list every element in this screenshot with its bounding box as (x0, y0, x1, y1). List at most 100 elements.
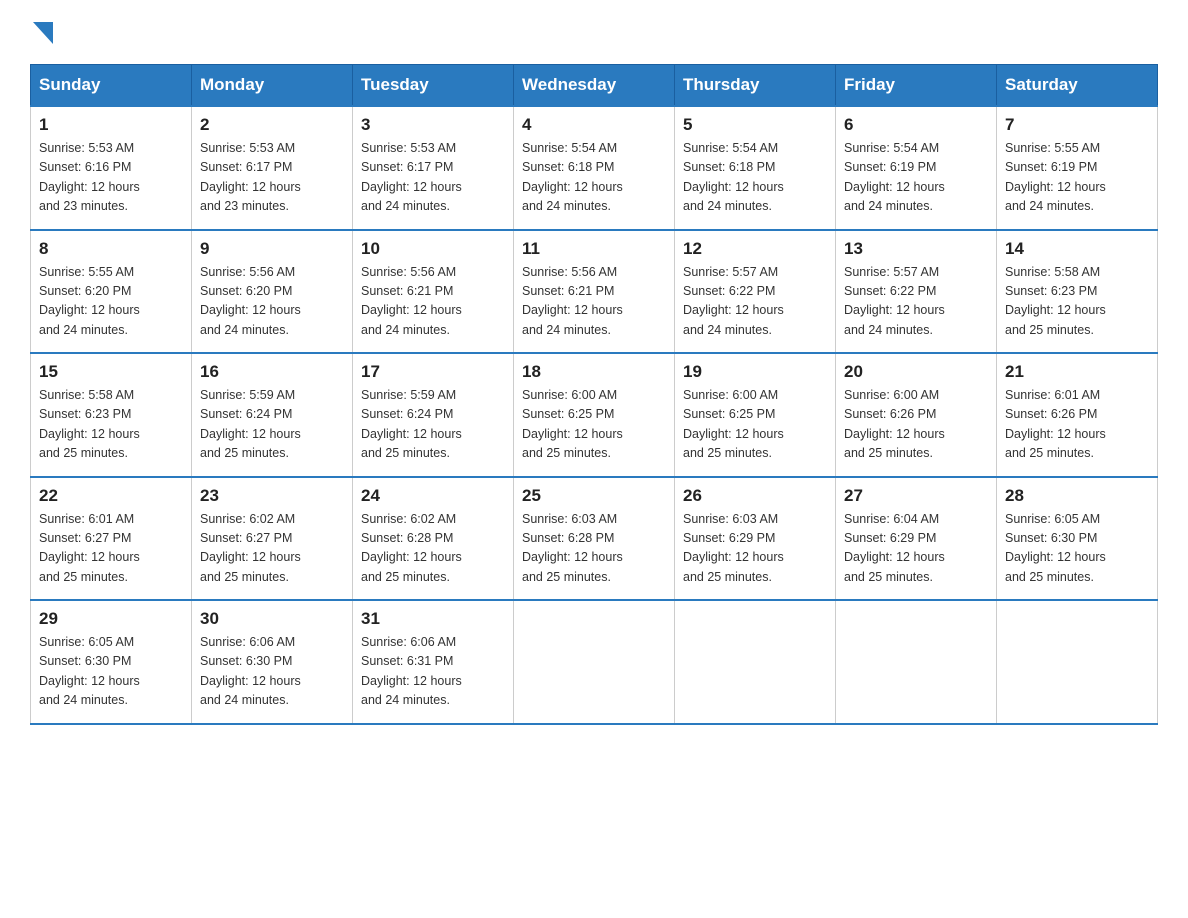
calendar-cell: 1 Sunrise: 5:53 AMSunset: 6:16 PMDaylight… (31, 106, 192, 230)
day-info: Sunrise: 6:02 AMSunset: 6:28 PMDaylight:… (361, 510, 505, 588)
day-number: 21 (1005, 362, 1149, 382)
calendar-header-friday: Friday (836, 65, 997, 107)
day-info: Sunrise: 6:03 AMSunset: 6:28 PMDaylight:… (522, 510, 666, 588)
day-number: 31 (361, 609, 505, 629)
calendar-week-row: 22 Sunrise: 6:01 AMSunset: 6:27 PMDayligh… (31, 477, 1158, 601)
calendar-cell: 17 Sunrise: 5:59 AMSunset: 6:24 PMDayligh… (353, 353, 514, 477)
day-number: 16 (200, 362, 344, 382)
calendar-cell: 19 Sunrise: 6:00 AMSunset: 6:25 PMDayligh… (675, 353, 836, 477)
day-number: 14 (1005, 239, 1149, 259)
day-number: 3 (361, 115, 505, 135)
calendar-cell: 14 Sunrise: 5:58 AMSunset: 6:23 PMDayligh… (997, 230, 1158, 354)
day-number: 1 (39, 115, 183, 135)
calendar-cell: 20 Sunrise: 6:00 AMSunset: 6:26 PMDayligh… (836, 353, 997, 477)
day-info: Sunrise: 5:54 AMSunset: 6:19 PMDaylight:… (844, 139, 988, 217)
calendar-header-wednesday: Wednesday (514, 65, 675, 107)
calendar-cell: 29 Sunrise: 6:05 AMSunset: 6:30 PMDayligh… (31, 600, 192, 724)
day-number: 18 (522, 362, 666, 382)
calendar-cell: 5 Sunrise: 5:54 AMSunset: 6:18 PMDaylight… (675, 106, 836, 230)
day-number: 4 (522, 115, 666, 135)
day-info: Sunrise: 6:05 AMSunset: 6:30 PMDaylight:… (1005, 510, 1149, 588)
day-number: 10 (361, 239, 505, 259)
day-info: Sunrise: 5:58 AMSunset: 6:23 PMDaylight:… (1005, 263, 1149, 341)
calendar-cell: 24 Sunrise: 6:02 AMSunset: 6:28 PMDayligh… (353, 477, 514, 601)
day-info: Sunrise: 5:56 AMSunset: 6:21 PMDaylight:… (522, 263, 666, 341)
calendar-cell: 31 Sunrise: 6:06 AMSunset: 6:31 PMDayligh… (353, 600, 514, 724)
calendar-cell: 26 Sunrise: 6:03 AMSunset: 6:29 PMDayligh… (675, 477, 836, 601)
day-number: 28 (1005, 486, 1149, 506)
day-number: 30 (200, 609, 344, 629)
day-info: Sunrise: 6:02 AMSunset: 6:27 PMDaylight:… (200, 510, 344, 588)
day-number: 6 (844, 115, 988, 135)
day-number: 13 (844, 239, 988, 259)
calendar-week-row: 15Sunrise: 5:58 AMSunset: 6:23 PMDayligh… (31, 353, 1158, 477)
calendar-header-saturday: Saturday (997, 65, 1158, 107)
calendar-cell: 7Sunrise: 5:55 AMSunset: 6:19 PMDaylight… (997, 106, 1158, 230)
day-info: Sunrise: 6:03 AMSunset: 6:29 PMDaylight:… (683, 510, 827, 588)
day-number: 12 (683, 239, 827, 259)
day-number: 15 (39, 362, 183, 382)
day-info: Sunrise: 5:53 AMSunset: 6:17 PMDaylight:… (200, 139, 344, 217)
calendar-header-monday: Monday (192, 65, 353, 107)
day-number: 20 (844, 362, 988, 382)
calendar-week-row: 8Sunrise: 5:55 AMSunset: 6:20 PMDaylight… (31, 230, 1158, 354)
day-info: Sunrise: 6:00 AMSunset: 6:26 PMDaylight:… (844, 386, 988, 464)
calendar-cell: 8Sunrise: 5:55 AMSunset: 6:20 PMDaylight… (31, 230, 192, 354)
day-number: 2 (200, 115, 344, 135)
calendar-cell: 21Sunrise: 6:01 AMSunset: 6:26 PMDayligh… (997, 353, 1158, 477)
day-info: Sunrise: 6:05 AMSunset: 6:30 PMDaylight:… (39, 633, 183, 711)
calendar-cell (997, 600, 1158, 724)
day-info: Sunrise: 5:54 AMSunset: 6:18 PMDaylight:… (522, 139, 666, 217)
day-number: 23 (200, 486, 344, 506)
calendar-cell: 15Sunrise: 5:58 AMSunset: 6:23 PMDayligh… (31, 353, 192, 477)
day-info: Sunrise: 5:54 AMSunset: 6:18 PMDaylight:… (683, 139, 827, 217)
calendar-cell: 12 Sunrise: 5:57 AMSunset: 6:22 PMDayligh… (675, 230, 836, 354)
calendar-cell: 10 Sunrise: 5:56 AMSunset: 6:21 PMDayligh… (353, 230, 514, 354)
calendar-cell: 3 Sunrise: 5:53 AMSunset: 6:17 PMDaylight… (353, 106, 514, 230)
calendar-cell: 18Sunrise: 6:00 AMSunset: 6:25 PMDayligh… (514, 353, 675, 477)
logo-triangle-icon (33, 22, 53, 44)
calendar-week-row: 1 Sunrise: 5:53 AMSunset: 6:16 PMDaylight… (31, 106, 1158, 230)
day-number: 5 (683, 115, 827, 135)
day-info: Sunrise: 5:53 AMSunset: 6:17 PMDaylight:… (361, 139, 505, 217)
calendar-table: SundayMondayTuesdayWednesdayThursdayFrid… (30, 64, 1158, 725)
calendar-cell: 30 Sunrise: 6:06 AMSunset: 6:30 PMDayligh… (192, 600, 353, 724)
calendar-cell: 22 Sunrise: 6:01 AMSunset: 6:27 PMDayligh… (31, 477, 192, 601)
day-info: Sunrise: 6:00 AMSunset: 6:25 PMDaylight:… (683, 386, 827, 464)
calendar-cell: 2 Sunrise: 5:53 AMSunset: 6:17 PMDaylight… (192, 106, 353, 230)
day-number: 17 (361, 362, 505, 382)
day-number: 8 (39, 239, 183, 259)
calendar-cell: 6 Sunrise: 5:54 AMSunset: 6:19 PMDaylight… (836, 106, 997, 230)
page-header (30, 20, 1158, 44)
day-info: Sunrise: 5:57 AMSunset: 6:22 PMDaylight:… (683, 263, 827, 341)
day-number: 26 (683, 486, 827, 506)
day-info: Sunrise: 6:06 AMSunset: 6:30 PMDaylight:… (200, 633, 344, 711)
day-number: 9 (200, 239, 344, 259)
day-number: 22 (39, 486, 183, 506)
calendar-cell: 28 Sunrise: 6:05 AMSunset: 6:30 PMDayligh… (997, 477, 1158, 601)
calendar-cell: 23 Sunrise: 6:02 AMSunset: 6:27 PMDayligh… (192, 477, 353, 601)
calendar-header-tuesday: Tuesday (353, 65, 514, 107)
day-number: 7 (1005, 115, 1149, 135)
calendar-cell (514, 600, 675, 724)
calendar-header-sunday: Sunday (31, 65, 192, 107)
calendar-cell: 11 Sunrise: 5:56 AMSunset: 6:21 PMDayligh… (514, 230, 675, 354)
day-info: Sunrise: 5:59 AMSunset: 6:24 PMDaylight:… (200, 386, 344, 464)
day-info: Sunrise: 5:53 AMSunset: 6:16 PMDaylight:… (39, 139, 183, 217)
day-number: 19 (683, 362, 827, 382)
day-info: Sunrise: 6:06 AMSunset: 6:31 PMDaylight:… (361, 633, 505, 711)
calendar-cell: 16 Sunrise: 5:59 AMSunset: 6:24 PMDayligh… (192, 353, 353, 477)
day-number: 29 (39, 609, 183, 629)
day-number: 25 (522, 486, 666, 506)
calendar-header-thursday: Thursday (675, 65, 836, 107)
calendar-cell: 9Sunrise: 5:56 AMSunset: 6:20 PMDaylight… (192, 230, 353, 354)
day-number: 24 (361, 486, 505, 506)
logo (30, 20, 53, 44)
day-number: 27 (844, 486, 988, 506)
day-number: 11 (522, 239, 666, 259)
calendar-cell: 4 Sunrise: 5:54 AMSunset: 6:18 PMDaylight… (514, 106, 675, 230)
day-info: Sunrise: 6:01 AMSunset: 6:27 PMDaylight:… (39, 510, 183, 588)
day-info: Sunrise: 5:56 AMSunset: 6:21 PMDaylight:… (361, 263, 505, 341)
day-info: Sunrise: 5:59 AMSunset: 6:24 PMDaylight:… (361, 386, 505, 464)
day-info: Sunrise: 5:57 AMSunset: 6:22 PMDaylight:… (844, 263, 988, 341)
